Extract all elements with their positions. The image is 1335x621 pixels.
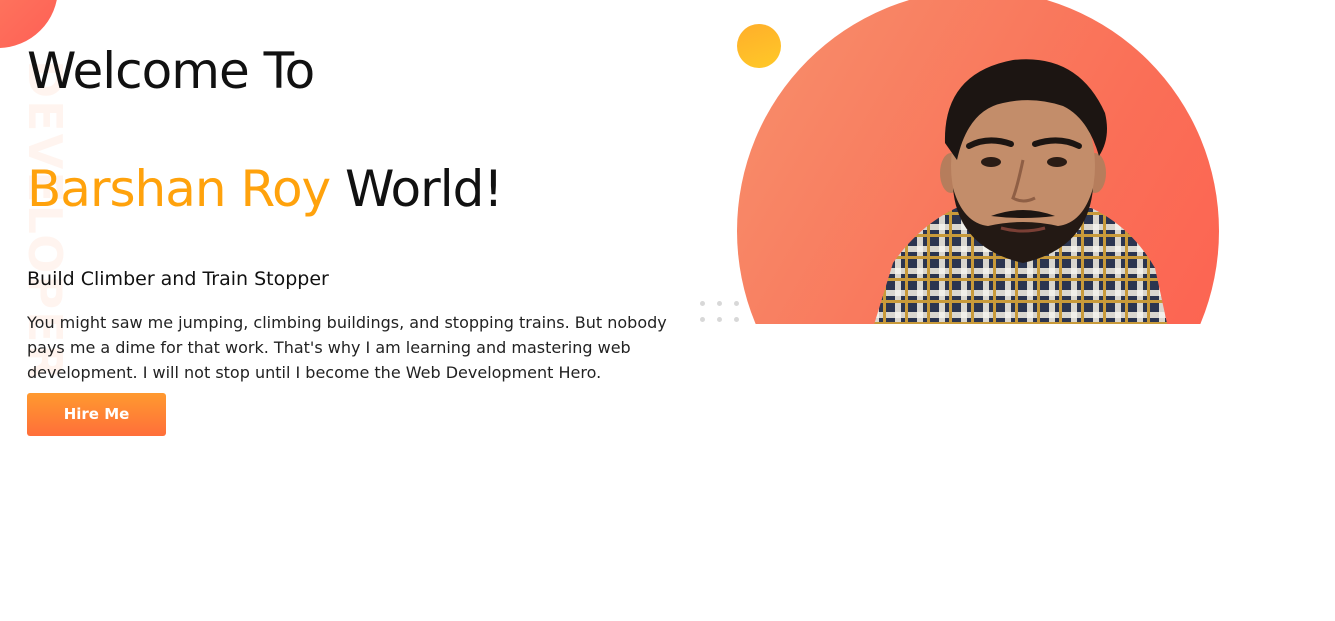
hero-subtitle: Build Climber and Train Stopper (27, 268, 329, 290)
grid-dot (700, 301, 705, 306)
grid-dot (717, 301, 722, 306)
hero-description: You might saw me jumping, climbing build… (27, 313, 667, 382)
profile-photo-frame (737, 0, 1219, 324)
headline-name-line: Barshan Roy World! (27, 156, 707, 222)
headline-suffix: World! (345, 160, 503, 218)
hero-text-block: Welcome To Barshan Roy World! Build Clim… (27, 38, 707, 436)
hero-section: DEVELOPER Welcome To Barshan Roy World! … (0, 0, 1335, 621)
grid-dot (717, 317, 722, 322)
hire-me-button[interactable]: Hire Me (27, 393, 166, 436)
headline-name: Barshan Roy (27, 160, 331, 218)
person-portrait-icon (874, 59, 1168, 324)
grid-dot (700, 317, 705, 322)
headline-welcome: Welcome To (27, 42, 315, 100)
